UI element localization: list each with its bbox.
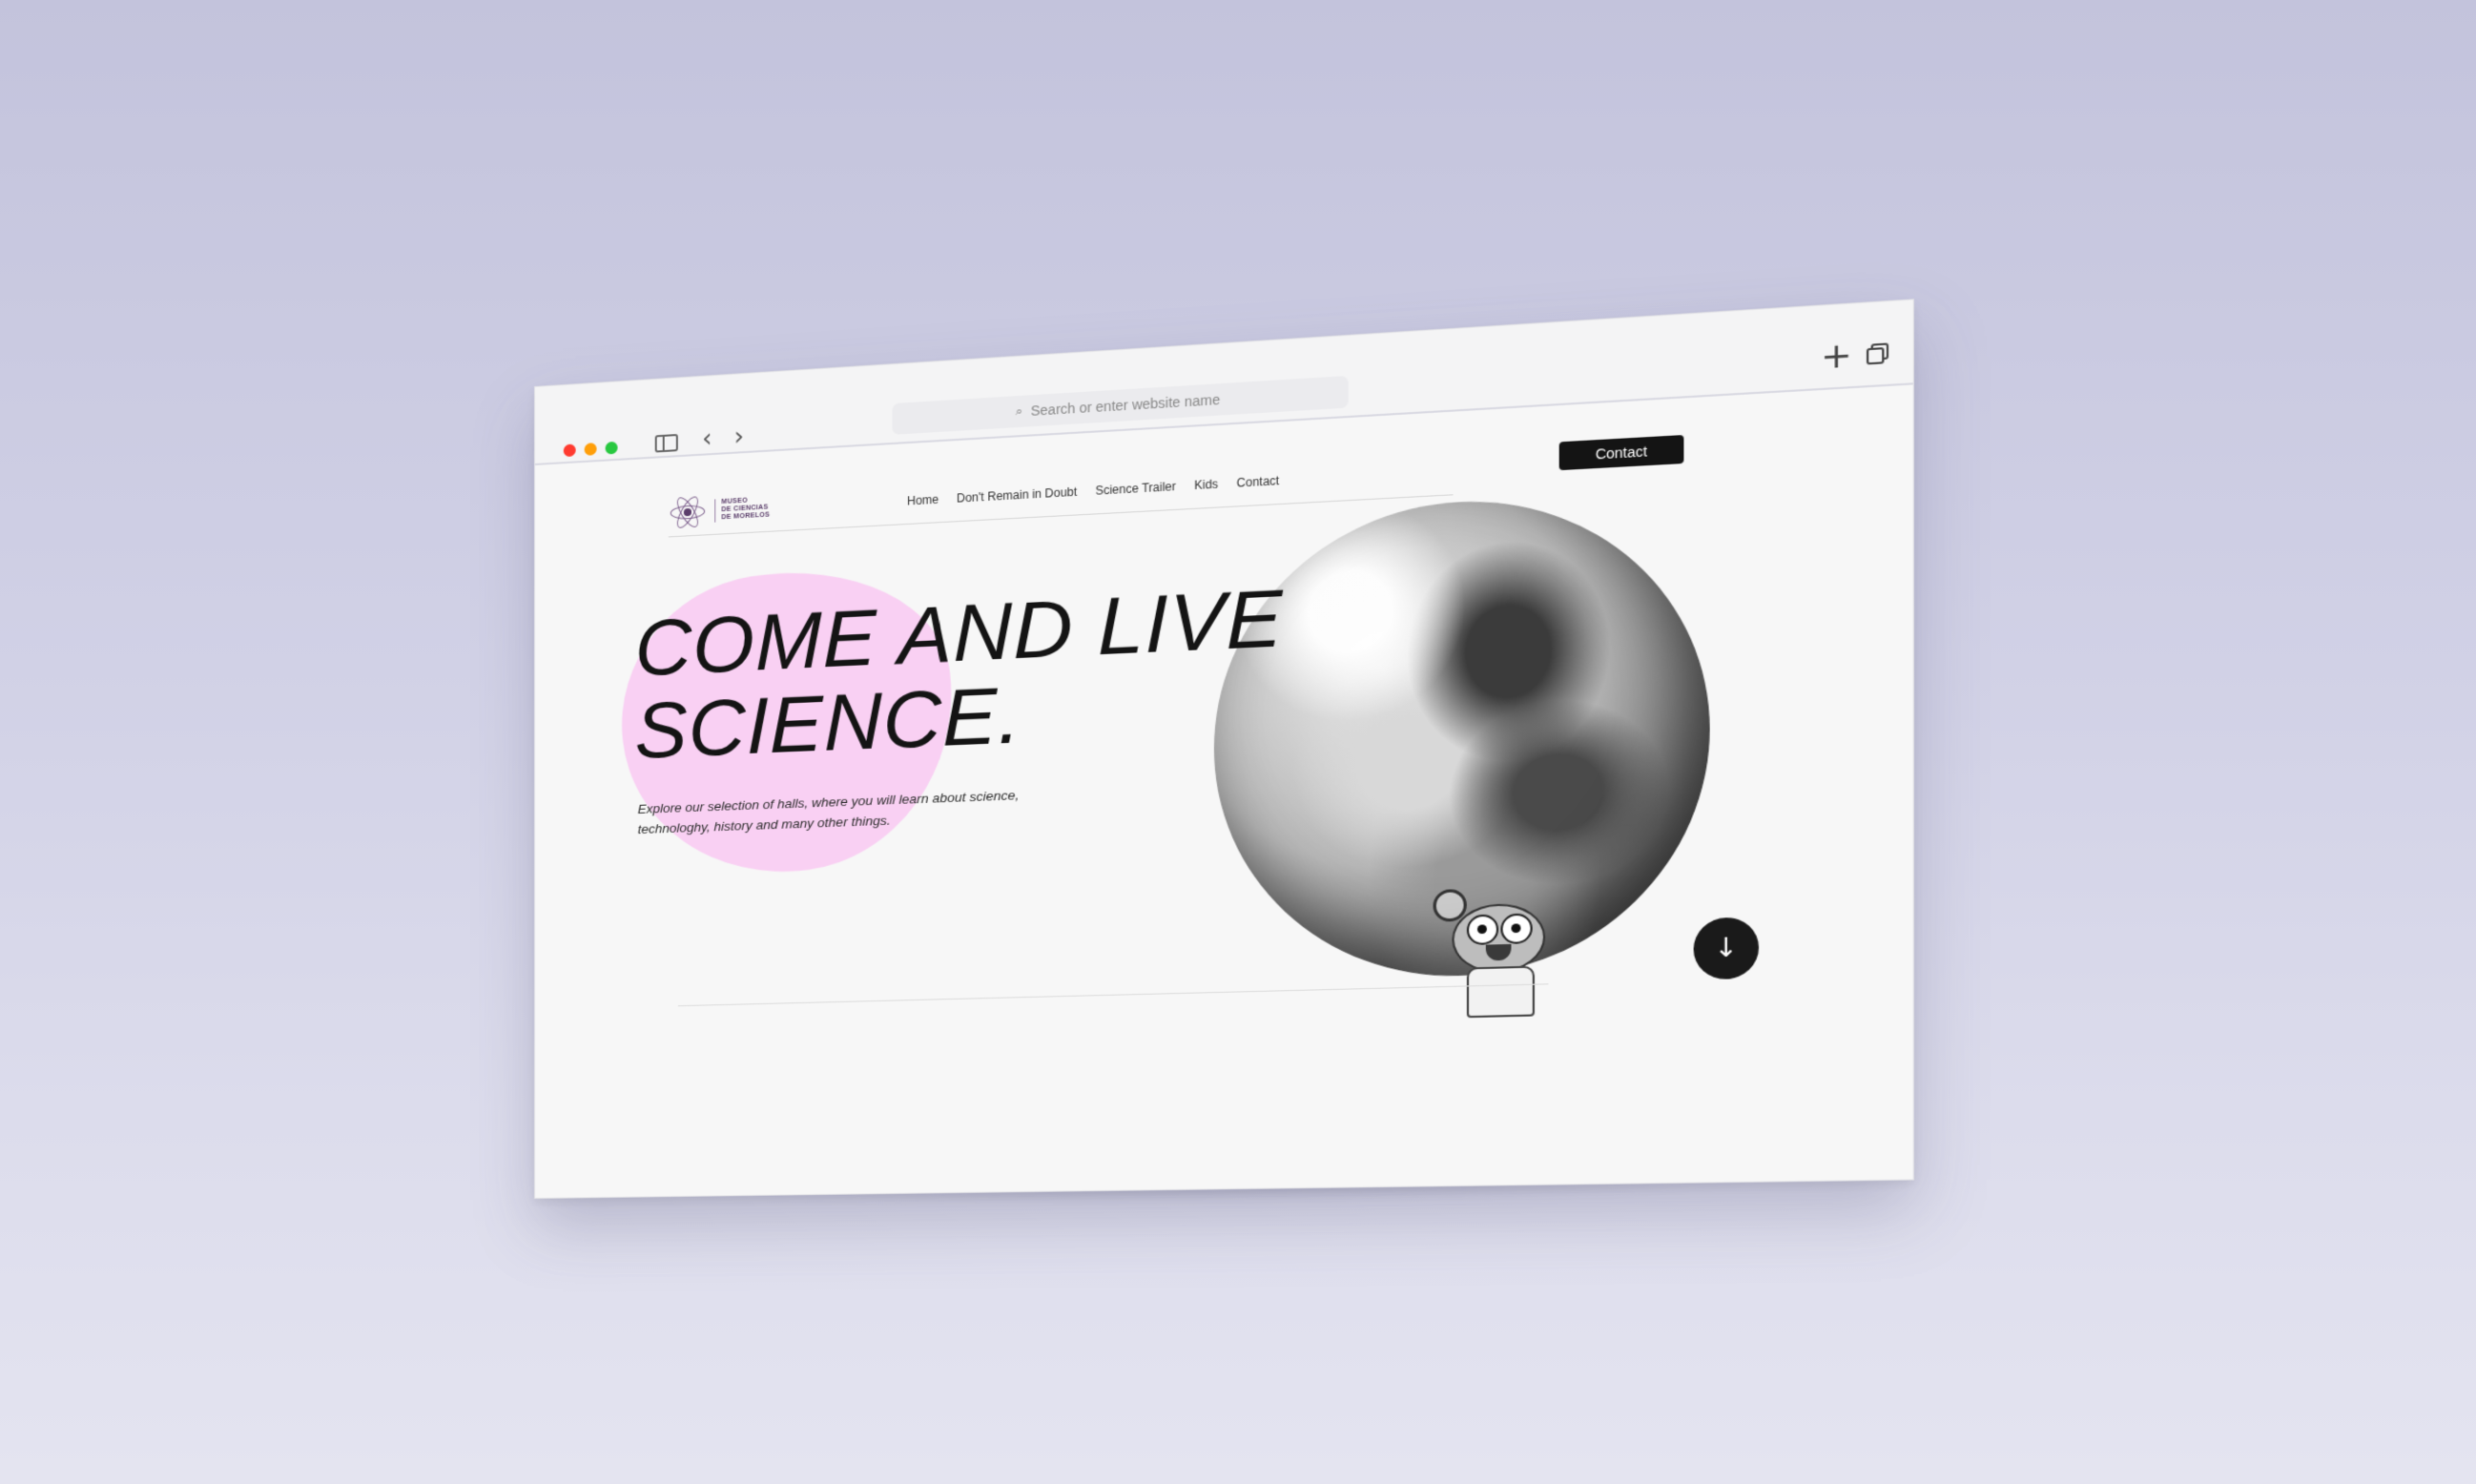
scroll-down-button[interactable]: ↓ [1694,917,1759,979]
maximize-window-button[interactable] [606,442,618,455]
nav-link-home[interactable]: Home [907,492,939,507]
web-page: MUSEO DE CIENCIAS DE MORELOS Home Don't … [535,384,1913,1198]
browser-window: ‹ › ⌕ Search or enter website name + MUS… [534,299,1914,1199]
hero-title: COME AND LIVE SCIENCE. [635,576,1284,773]
main-nav: Home Don't Remain in Doubt Science Trail… [907,474,1279,508]
nav-link-contact[interactable]: Contact [1237,474,1280,490]
arrow-down-icon: ↓ [1714,933,1738,964]
atom-icon [669,492,707,533]
minimize-window-button[interactable] [585,443,597,456]
sidebar-icon[interactable] [655,434,678,453]
search-icon: ⌕ [1016,404,1023,420]
tabs-overview-icon[interactable] [1867,342,1888,364]
address-placeholder: Search or enter website name [1031,391,1221,419]
nav-link-doubt[interactable]: Don't Remain in Doubt [957,484,1077,505]
logo-text: MUSEO DE CIENCIAS DE MORELOS [714,495,783,522]
back-arrow-icon[interactable]: ‹ [702,426,712,452]
hero-bottom-divider [678,983,1549,1006]
museum-logo[interactable]: MUSEO DE CIENCIAS DE MORELOS [669,487,784,532]
window-controls [564,442,618,457]
forward-arrow-icon[interactable]: › [734,424,745,450]
nav-divider [669,494,1454,537]
nav-link-science-trailer[interactable]: Science Trailer [1095,480,1176,498]
scientist-mascot-illustration [1437,882,1554,1017]
contact-button[interactable]: Contact [1559,435,1684,470]
close-window-button[interactable] [564,443,576,457]
new-tab-plus-icon[interactable]: + [1821,335,1852,378]
nav-link-kids[interactable]: Kids [1194,477,1218,492]
